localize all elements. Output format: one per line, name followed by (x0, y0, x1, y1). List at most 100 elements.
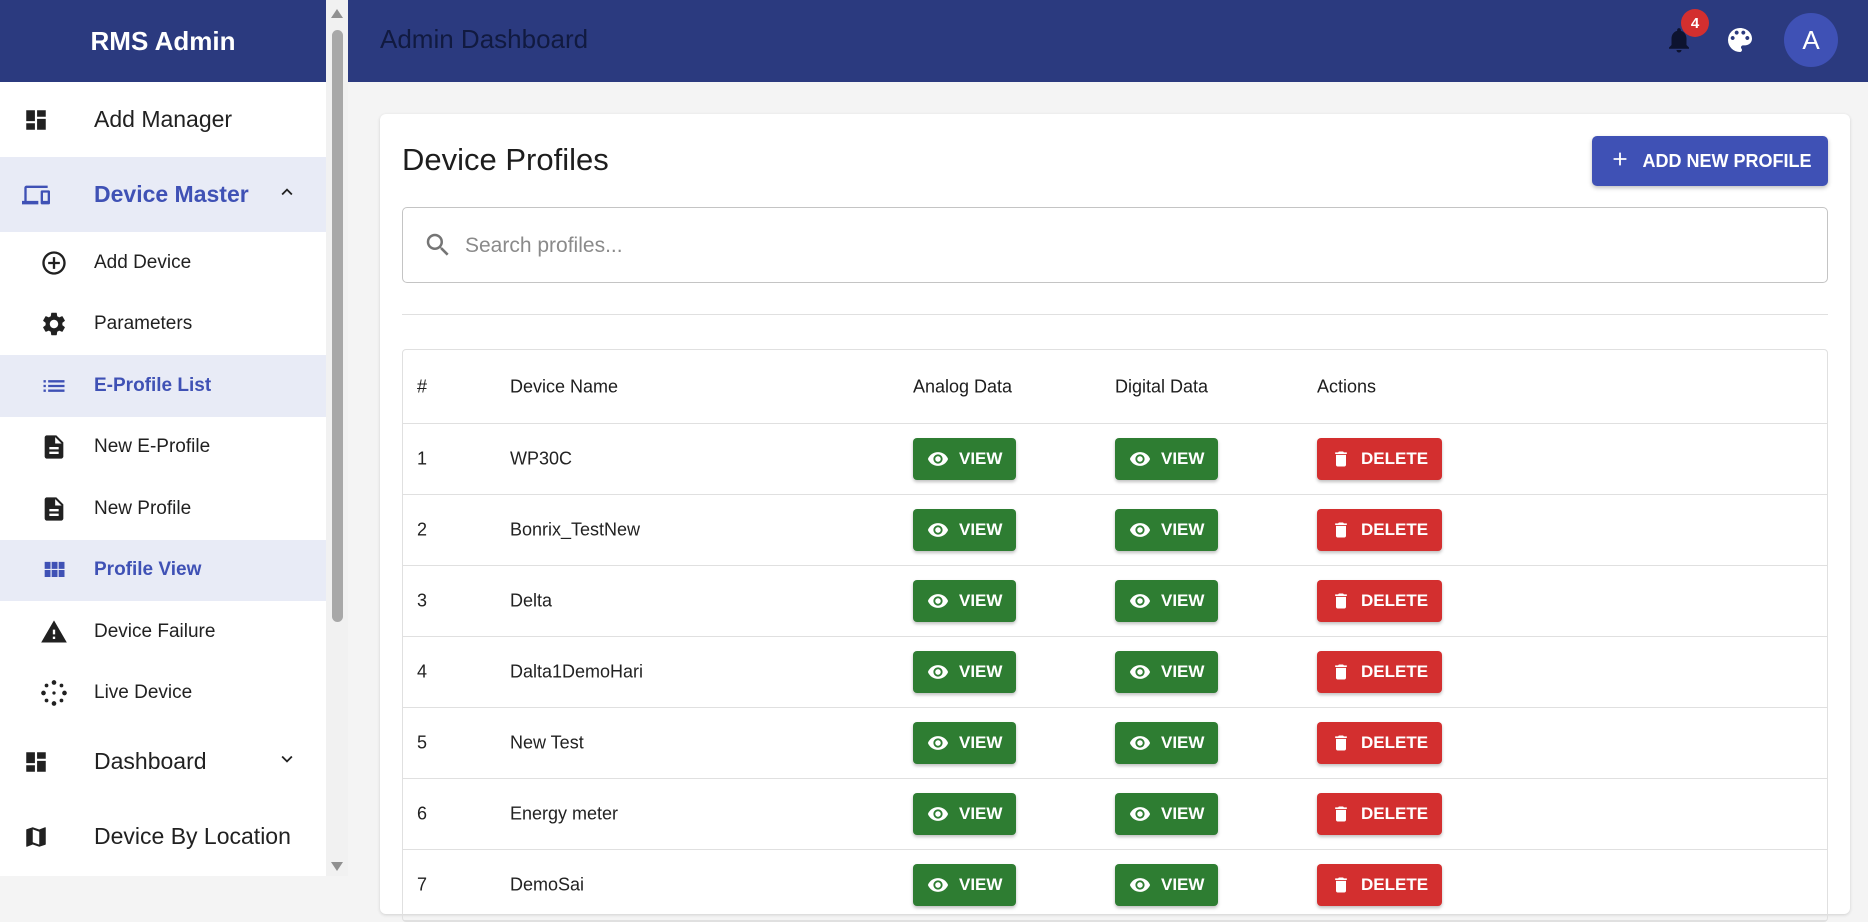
sidebar-item-live-device[interactable]: Live Device (0, 663, 326, 725)
analog-view-button[interactable]: VIEW (913, 864, 1017, 906)
digital-view-button[interactable]: VIEW (1115, 722, 1219, 764)
row-number: 3 (417, 590, 428, 611)
view-label: VIEW (1161, 449, 1205, 468)
view-label: VIEW (1161, 875, 1205, 894)
sidebar: RMS Admin Add Manager Device Master Add … (0, 0, 326, 876)
device-profiles-card: Device Profiles ADD NEW PROFILE # Device… (380, 114, 1850, 922)
delete-button[interactable]: DELETE (1317, 864, 1443, 906)
sidebar-item-parameters[interactable]: Parameters (0, 294, 326, 356)
view-label: VIEW (959, 733, 1003, 752)
app-bar: Admin Dashboard 4 A (348, 0, 1868, 82)
eye-icon (927, 665, 949, 679)
analog-view-button[interactable]: VIEW (913, 651, 1017, 693)
table-row: 3 Delta VIEW VIEW DELETE (403, 566, 1827, 637)
column-header-digital-data: Digital Data (1115, 376, 1209, 396)
document-icon (40, 495, 68, 523)
digital-view-button[interactable]: VIEW (1115, 651, 1219, 693)
device-name: Dalta1DemoHari (510, 661, 644, 682)
analog-view-button[interactable]: VIEW (913, 509, 1017, 551)
table-row: 6 Energy meter VIEW VIEW DELETE (403, 779, 1827, 850)
sidebar-item-new-profile[interactable]: New Profile (0, 478, 326, 540)
sidebar-item-label: Dashboard (94, 748, 207, 774)
card-title: Device Profiles (402, 142, 609, 177)
digital-view-button[interactable]: VIEW (1115, 793, 1219, 835)
digital-view-button[interactable]: VIEW (1115, 509, 1219, 551)
row-number: 5 (417, 732, 428, 753)
live-icon (40, 679, 68, 707)
eye-icon (1129, 736, 1151, 750)
column-header-number: # (417, 376, 428, 396)
sidebar-scrollbar[interactable] (326, 0, 348, 876)
view-label: VIEW (1161, 804, 1205, 823)
sidebar-item-device-by-location[interactable]: Device By Location (0, 799, 326, 874)
chevron-up-icon[interactable] (276, 181, 298, 209)
view-label: VIEW (1161, 520, 1205, 539)
chevron-down-icon[interactable] (276, 748, 298, 776)
list-icon (40, 372, 68, 400)
delete-label: DELETE (1361, 875, 1429, 894)
analog-view-button[interactable]: VIEW (913, 793, 1017, 835)
add-circle-icon (40, 249, 68, 277)
sidebar-item-label: Device By Location (94, 823, 291, 849)
delete-label: DELETE (1361, 733, 1429, 752)
device-name: DemoSai (510, 874, 585, 895)
device-name: Energy meter (510, 803, 619, 824)
table-row: 4 Dalta1DemoHari VIEW VIEW DELETE (403, 637, 1827, 708)
table-row: 2 Bonrix_TestNew VIEW VIEW DELETE (403, 495, 1827, 566)
sidebar-item-dashboard[interactable]: Dashboard (0, 724, 326, 799)
sidebar-item-device-master[interactable]: Device Master (0, 157, 326, 232)
view-label: VIEW (959, 591, 1003, 610)
sidebar-item-new-e-profile[interactable]: New E-Profile (0, 417, 326, 479)
view-label: VIEW (959, 520, 1003, 539)
device-name: Bonrix_TestNew (510, 519, 641, 540)
trash-icon (1335, 806, 1347, 822)
delete-button[interactable]: DELETE (1317, 580, 1443, 622)
add-new-profile-button[interactable]: ADD NEW PROFILE (1592, 136, 1828, 186)
scroll-up-arrow-icon[interactable] (331, 9, 343, 18)
avatar[interactable]: A (1784, 13, 1838, 67)
view-label: VIEW (959, 449, 1003, 468)
sidebar-item-e-profile-list[interactable]: E-Profile List (0, 355, 326, 417)
palette-icon[interactable] (1720, 20, 1760, 60)
sidebar-item-label: E-Profile List (94, 374, 212, 396)
digital-view-button[interactable]: VIEW (1115, 580, 1219, 622)
row-number: 4 (417, 661, 428, 682)
search-input[interactable] (463, 228, 1767, 264)
analog-view-button[interactable]: VIEW (913, 580, 1017, 622)
delete-button[interactable]: DELETE (1317, 793, 1443, 835)
row-number: 1 (417, 448, 428, 469)
row-number: 6 (417, 803, 428, 824)
gear-icon (40, 310, 68, 338)
delete-button[interactable]: DELETE (1317, 722, 1443, 764)
table-header: # Device Name Analog Data Digital Data A… (403, 350, 1827, 424)
analog-view-button[interactable]: VIEW (913, 722, 1017, 764)
view-label: VIEW (1161, 662, 1205, 681)
devices-icon (22, 181, 50, 209)
view-label: VIEW (1161, 733, 1205, 752)
dashboard-icon (22, 748, 50, 776)
eye-icon (927, 736, 949, 750)
sidebar-item-device-failure[interactable]: Device Failure (0, 601, 326, 663)
sidebar-item-add-manager[interactable]: Add Manager (0, 82, 326, 157)
table-row: 7 DemoSai VIEW VIEW DELETE (403, 850, 1827, 921)
page-title: Admin Dashboard (380, 24, 589, 54)
row-number: 2 (417, 519, 428, 540)
device-name: New Test (510, 732, 584, 753)
scroll-thumb[interactable] (332, 30, 343, 622)
table-row: 1 WP30C VIEW VIEW DELETE (403, 424, 1827, 495)
digital-view-button[interactable]: VIEW (1115, 864, 1219, 906)
delete-label: DELETE (1361, 520, 1429, 539)
sidebar-item-add-device[interactable]: Add Device (0, 232, 326, 294)
delete-button[interactable]: DELETE (1317, 509, 1443, 551)
view-label: VIEW (959, 804, 1003, 823)
sidebar-item-profile-view[interactable]: Profile View (0, 539, 326, 601)
trash-icon (1335, 877, 1347, 893)
delete-button[interactable]: DELETE (1317, 438, 1443, 480)
digital-view-button[interactable]: VIEW (1115, 438, 1219, 480)
sidebar-item-label: Profile View (94, 559, 202, 581)
dashboard-icon (22, 106, 50, 134)
notification-badge: 4 (1681, 9, 1709, 37)
scroll-down-arrow-icon[interactable] (331, 862, 343, 871)
delete-button[interactable]: DELETE (1317, 651, 1443, 693)
analog-view-button[interactable]: VIEW (913, 438, 1017, 480)
